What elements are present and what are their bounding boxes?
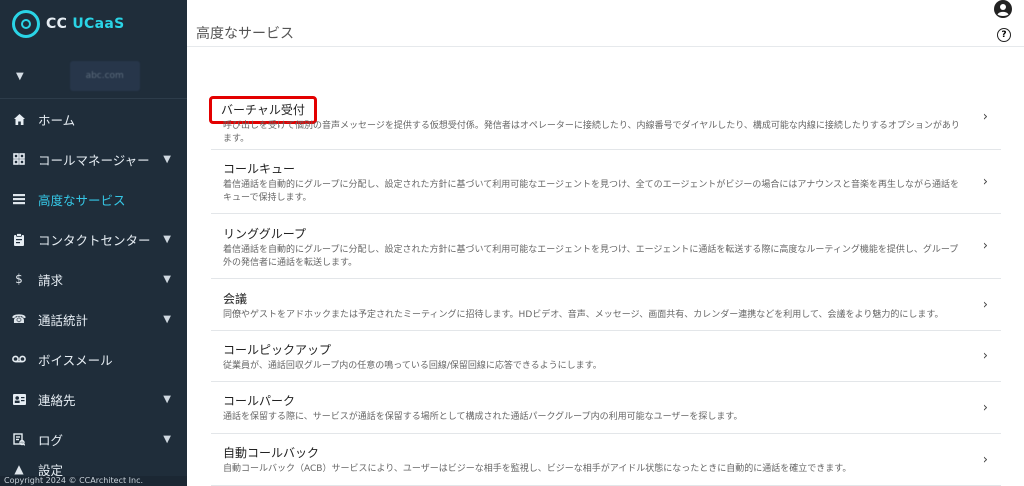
service-title: リンググループ bbox=[223, 227, 307, 241]
sidebar-item-call-stats[interactable]: ☎ 通話統計 ▼ bbox=[0, 299, 187, 339]
chevron-down-icon: ▼ bbox=[163, 233, 171, 245]
chevron-right-icon: › bbox=[982, 238, 988, 254]
sidebar-item-label: コールマネージャー bbox=[38, 152, 150, 168]
service-title: コールキュー bbox=[223, 162, 296, 176]
sidebar-item-label: 通話統計 bbox=[38, 312, 89, 328]
service-description: 従業員が、通話回収グループ内の任意の鳴っている回線/保留回線に応答できるようにし… bbox=[223, 361, 602, 371]
service-description: 呼び出しを受けて個別の音声メッセージを提供する仮想受付係。発信者はオペレーターに… bbox=[223, 121, 960, 144]
sidebar-item-label: ログ bbox=[38, 432, 64, 448]
list-icon bbox=[12, 192, 26, 206]
service-description: 着信通話を自動的にグループに分配し、設定された方針に基づいて利用可能なエージェン… bbox=[223, 245, 959, 268]
service-item-call-pickup[interactable]: コールピックアップ 従業員が、通話回収グループ内の任意の鳴っている回線/保留回線… bbox=[211, 331, 1001, 382]
help-icon[interactable]: ? bbox=[997, 28, 1011, 42]
sidebar-item-contact-center[interactable]: コンタクトセンター ▼ bbox=[0, 219, 187, 259]
sidebar-item-label: コンタクトセンター bbox=[38, 232, 151, 248]
page-header: 高度なサービス ? bbox=[187, 0, 1024, 47]
chevron-right-icon: › bbox=[982, 297, 988, 312]
chevron-down-icon: ▼ bbox=[163, 313, 171, 325]
chevron-down-icon: ▼ bbox=[163, 393, 171, 405]
sidebar: CC UCaaS ▼ abc.com ホーム コールマネージャー ▼ 高度なサー… bbox=[0, 0, 191, 486]
chevron-down-icon: ▼ bbox=[163, 433, 171, 445]
page-title: 高度なサービス bbox=[196, 26, 294, 42]
service-item-call-park[interactable]: コールパーク 通話を保留する際に、サービスが通話を保留する場所として構成された通… bbox=[211, 382, 1001, 434]
chevron-right-icon: › bbox=[982, 174, 988, 189]
sidebar-item-billing[interactable]: $ 請求 ▼ bbox=[0, 259, 187, 299]
user-switcher[interactable]: ▼ abc.com bbox=[0, 54, 187, 99]
copyright-text: Copyright 2024 © CCArchitect Inc. bbox=[0, 476, 191, 486]
service-title: コールピックアップ bbox=[223, 343, 332, 357]
sidebar-item-logs[interactable]: ログ ▼ bbox=[0, 419, 187, 459]
chevron-right-icon: › bbox=[982, 452, 988, 467]
chevron-down-icon: ▼ bbox=[163, 273, 171, 285]
brand-name: CC UCaaS bbox=[46, 16, 125, 32]
log-icon bbox=[12, 432, 26, 446]
phone-icon: ☎ bbox=[11, 312, 27, 326]
caret-down-icon: ▼ bbox=[16, 70, 24, 82]
voicemail-icon bbox=[12, 352, 26, 366]
sidebar-item-advanced-services[interactable]: 高度なサービス bbox=[0, 179, 187, 219]
service-item-call-queue[interactable]: コールキュー 着信通話を自動的にグループに分配し、設定された方針に基づいて利用可… bbox=[211, 150, 1001, 214]
sidebar-nav: ホーム コールマネージャー ▼ 高度なサービス コンタクトセンター ▼ $ 請求… bbox=[0, 99, 187, 479]
sidebar-item-label: 高度なサービス bbox=[38, 192, 126, 208]
service-description: 同僚やゲストをアドホックまたは予定されたミーティングに招待します。HDビデオ、音… bbox=[223, 310, 944, 320]
grid-icon bbox=[12, 152, 26, 166]
settings-icon: ▲ bbox=[14, 462, 24, 476]
dollar-icon: $ bbox=[15, 272, 23, 286]
sidebar-item-label: ホーム bbox=[38, 112, 76, 128]
sidebar-item-home[interactable]: ホーム bbox=[0, 99, 187, 139]
service-title: 自動コールバック bbox=[223, 446, 320, 460]
service-list: バーチャル受付 呼び出しを受けて個別の音声メッセージを提供する仮想受付係。発信者… bbox=[209, 84, 1001, 486]
chevron-down-icon: ▼ bbox=[163, 153, 171, 165]
service-item-conference[interactable]: 会議 同僚やゲストをアドホックまたは予定されたミーティングに招待します。HDビデ… bbox=[211, 279, 1001, 331]
service-description: 自動コールバック（ACB）サービスにより、ユーザーはビジーな相手を監視し、ビジー… bbox=[223, 464, 852, 474]
sidebar-item-call-manager[interactable]: コールマネージャー ▼ bbox=[0, 139, 187, 179]
service-item-auto-callback[interactable]: 自動コールバック 自動コールバック（ACB）サービスにより、ユーザーはビジーな相… bbox=[211, 434, 1001, 486]
clipboard-icon bbox=[12, 232, 26, 246]
service-description: 通話を保留する際に、サービスが通話を保留する場所として構成された通話パークグルー… bbox=[223, 412, 743, 422]
chevron-right-icon: › bbox=[982, 109, 988, 124]
contact-card-icon bbox=[12, 392, 26, 406]
sidebar-item-contacts[interactable]: 連絡先 ▼ bbox=[0, 379, 187, 419]
service-title: 会議 bbox=[223, 292, 248, 306]
logo-icon bbox=[12, 10, 40, 38]
service-item-virtual-receptionist[interactable]: バーチャル受付 呼び出しを受けて個別の音声メッセージを提供する仮想受付係。発信者… bbox=[209, 84, 1001, 150]
brand-logo[interactable]: CC UCaaS bbox=[0, 0, 187, 48]
account-icon[interactable] bbox=[994, 0, 1012, 18]
sidebar-item-voicemail[interactable]: ボイスメール bbox=[0, 339, 187, 379]
service-title: コールパーク bbox=[223, 394, 296, 408]
service-description: 着信通話を自動的にグループに分配し、設定された方針に基づいて利用可能なエージェン… bbox=[223, 180, 960, 203]
user-name: abc.com bbox=[69, 61, 140, 91]
chevron-right-icon: › bbox=[982, 400, 988, 415]
service-item-ring-group[interactable]: リンググループ 着信通話を自動的にグループに分配し、設定された方針に基づいて利用… bbox=[211, 214, 1001, 279]
home-icon bbox=[12, 112, 26, 126]
sidebar-item-label: ボイスメール bbox=[38, 352, 113, 368]
sidebar-item-label: 連絡先 bbox=[38, 392, 76, 408]
main-content: 高度なサービス ? バーチャル受付 呼び出しを受けて個別の音声メッセージを提供す… bbox=[187, 0, 1024, 486]
chevron-right-icon: › bbox=[982, 348, 988, 364]
sidebar-item-label: 請求 bbox=[38, 272, 64, 288]
